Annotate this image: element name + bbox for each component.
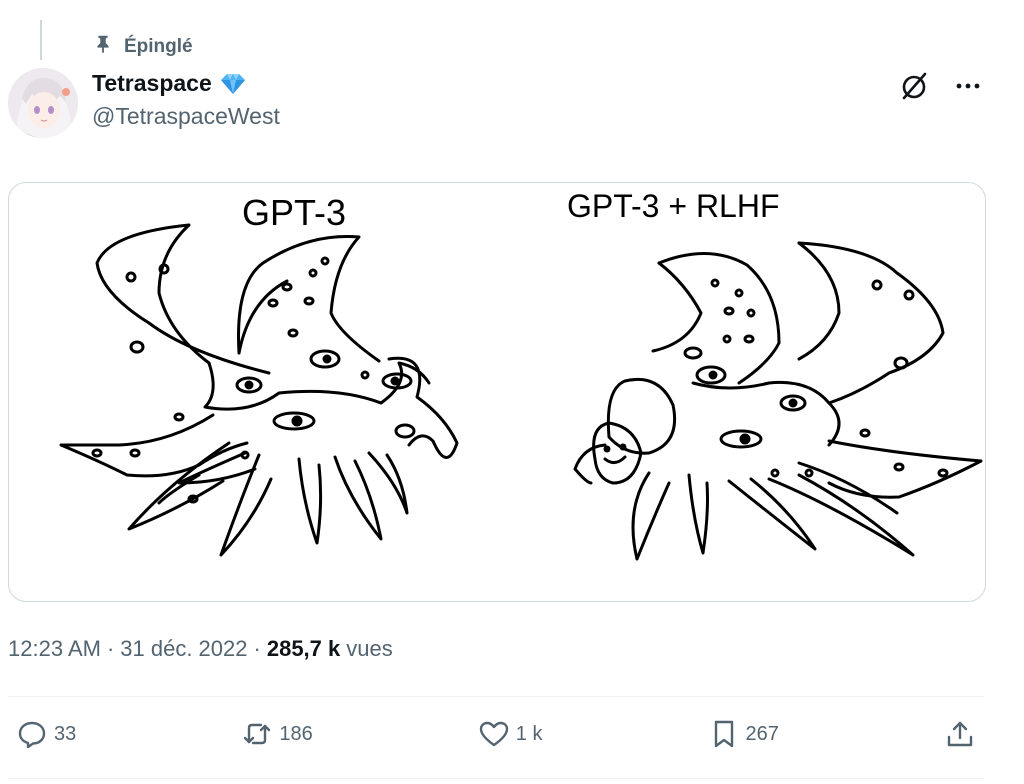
share-button[interactable] — [944, 718, 976, 750]
action-bar: 33 186 1 k 267 — [16, 718, 976, 750]
grok-icon[interactable] — [898, 70, 930, 102]
bookmark-count: 267 — [745, 722, 779, 745]
shoggoth-left — [59, 223, 459, 557]
pin-icon — [92, 33, 114, 61]
meta-separator: · — [253, 636, 261, 661]
pinned-label: Épinglé — [124, 36, 193, 57]
like-button[interactable]: 1 k — [478, 718, 543, 750]
avatar[interactable] — [8, 68, 78, 138]
author-name[interactable]: Tetraspace — [92, 70, 212, 97]
reply-count: 33 — [54, 722, 77, 745]
bookmark-button[interactable]: 267 — [708, 718, 779, 750]
author-info: Tetraspace @TetraspaceWest — [92, 70, 280, 130]
bookmark-icon — [708, 718, 740, 750]
like-count: 1 k — [515, 722, 543, 745]
author-handle[interactable]: @TetraspaceWest — [92, 103, 280, 130]
reply-icon — [16, 718, 48, 750]
view-count: 285,7 k — [266, 636, 341, 661]
pinned-indicator: Épinglé — [92, 33, 193, 61]
divider — [8, 778, 984, 779]
repost-count: 186 — [279, 722, 313, 745]
caption-gpt3-rlhf: GPT-3 + RLHF — [567, 188, 780, 224]
tweet-date[interactable]: 31 déc. 2022 — [120, 636, 247, 662]
repost-icon — [241, 718, 273, 750]
more-options-icon[interactable] — [952, 70, 984, 102]
caption-gpt3: GPT-3 — [242, 192, 346, 233]
tweet-image[interactable]: GPT-3 GPT-3 + RLHF — [8, 182, 986, 602]
reply-button[interactable]: 33 — [16, 718, 76, 750]
repost-button[interactable]: 186 — [241, 718, 313, 750]
divider — [8, 696, 984, 697]
tweet-time[interactable]: 12:23 AM — [8, 636, 101, 662]
thread-connector — [40, 20, 42, 60]
meta-separator: · — [106, 636, 115, 661]
shoggoth-right — [573, 241, 983, 561]
diamond-verified-icon — [218, 72, 248, 96]
heart-icon — [478, 718, 510, 750]
views-label: vues — [346, 636, 393, 661]
share-icon — [944, 718, 976, 750]
tweet-meta: 12:23 AM · 31 déc. 2022 · 285,7 k vues — [8, 636, 393, 662]
tweet-top-actions — [898, 70, 984, 102]
